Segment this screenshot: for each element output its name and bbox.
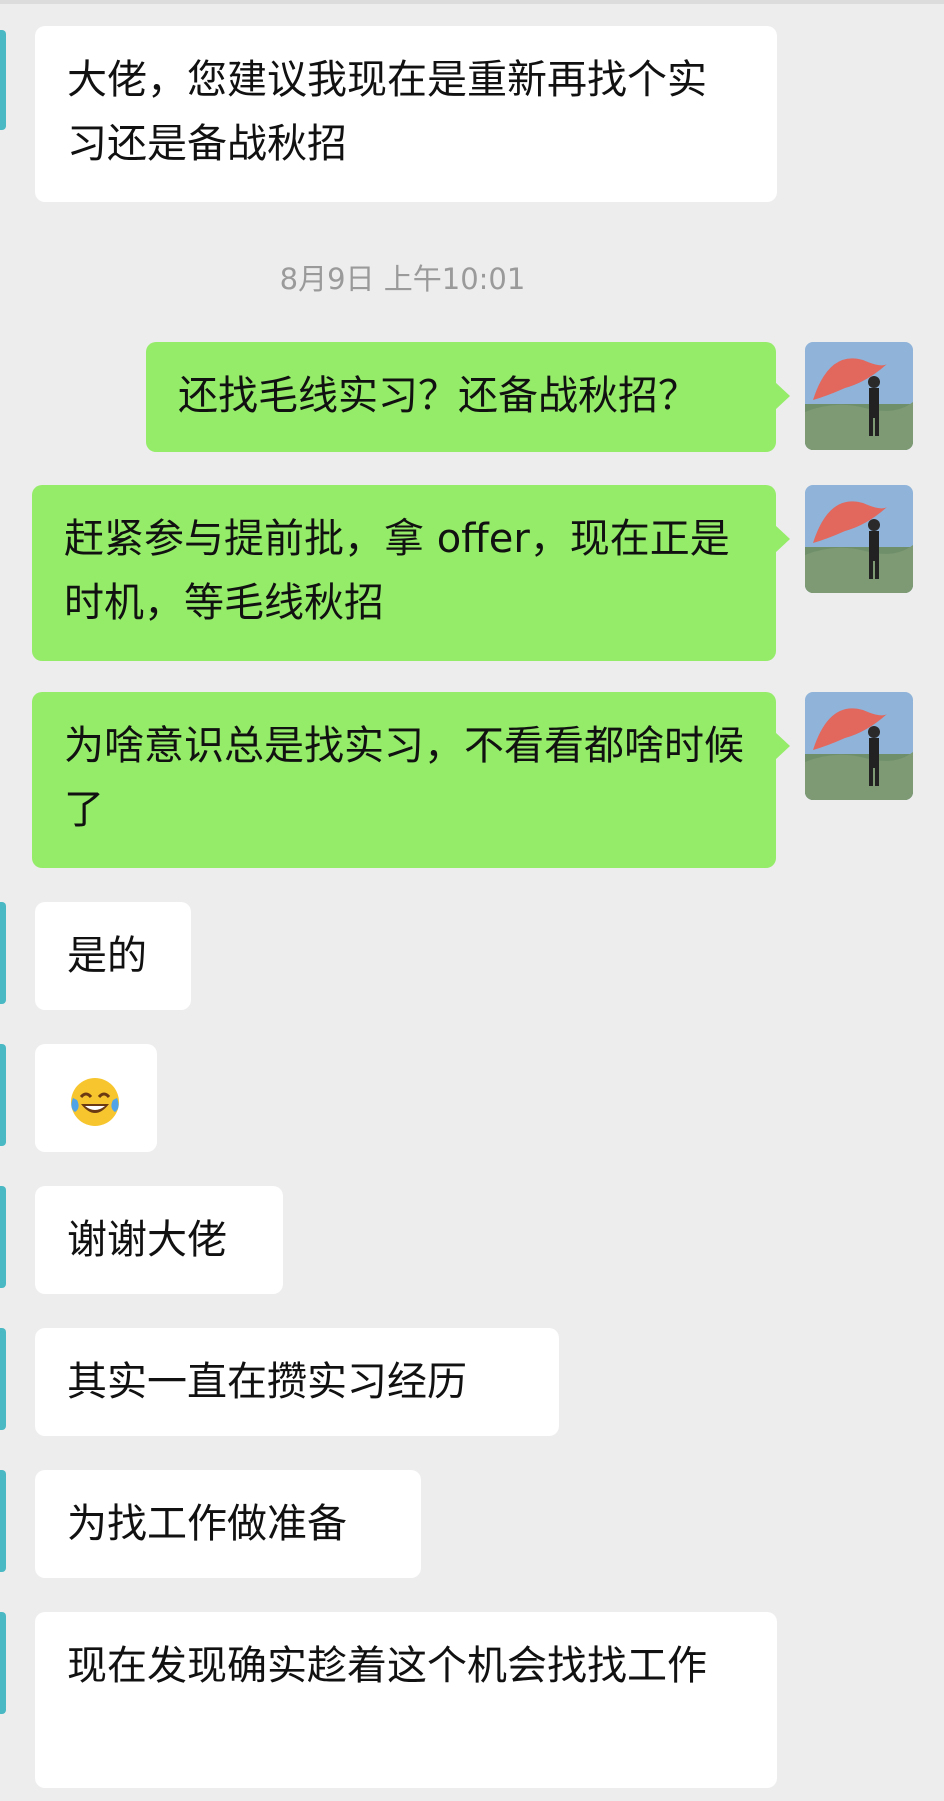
sender-avatar-edge[interactable]	[0, 1612, 6, 1714]
incoming-message-bubble[interactable]	[35, 1044, 157, 1152]
outgoing-message-bubble[interactable]: 还找毛线实习？还备战秋招？	[146, 342, 790, 452]
message-text: 大佬，您建议我现在是重新再找个实习还是备战秋招	[67, 57, 707, 167]
message-text: 其实一直在攒实习经历	[67, 1359, 467, 1405]
message-text: 现在发现确实趁着这个机会找找工作	[67, 1643, 707, 1689]
self-avatar[interactable]	[805, 485, 913, 593]
message-text: 谢谢大佬	[67, 1217, 227, 1263]
message-text: 为啥意识总是找实习，不看看都啥时候了	[64, 723, 744, 833]
sender-avatar-edge[interactable]	[0, 1470, 6, 1572]
top-divider	[0, 0, 944, 4]
incoming-message-bubble[interactable]: 现在发现确实趁着这个机会找找工作	[35, 1612, 777, 1788]
self-avatar[interactable]	[805, 692, 913, 800]
sender-avatar-edge[interactable]	[0, 1328, 6, 1430]
incoming-message-bubble[interactable]: 谢谢大佬	[35, 1186, 283, 1294]
sender-avatar-edge[interactable]	[0, 30, 6, 130]
avatar-photo-icon	[805, 342, 913, 450]
avatar-photo-icon	[805, 692, 913, 800]
tears-of-joy-emoji	[71, 1078, 119, 1126]
message-text: 还找毛线实习？还备战秋招？	[178, 373, 698, 419]
outgoing-message-bubble[interactable]: 赶紧参与提前批，拿 offer，现在正是时机，等毛线秋招	[32, 485, 790, 661]
message-text: 是的	[67, 933, 147, 979]
sender-avatar-edge[interactable]	[0, 902, 6, 1004]
message-timestamp: 8月9日 上午10:01	[279, 262, 526, 296]
incoming-message-bubble[interactable]: 为找工作做准备	[35, 1470, 421, 1578]
sender-avatar-edge[interactable]	[0, 1044, 6, 1146]
incoming-message-bubble[interactable]: 其实一直在攒实习经历	[35, 1328, 559, 1436]
self-avatar[interactable]	[805, 342, 913, 450]
outgoing-message-bubble[interactable]: 为啥意识总是找实习，不看看都啥时候了	[32, 692, 790, 868]
message-text: 赶紧参与提前批，拿 offer，现在正是时机，等毛线秋招	[64, 516, 730, 626]
avatar-photo-icon	[805, 485, 913, 593]
incoming-message-bubble[interactable]: 是的	[35, 902, 191, 1010]
message-text: 为找工作做准备	[67, 1501, 347, 1547]
incoming-message-bubble[interactable]: 大佬，您建议我现在是重新再找个实习还是备战秋招	[35, 26, 777, 202]
sender-avatar-edge[interactable]	[0, 1186, 6, 1288]
